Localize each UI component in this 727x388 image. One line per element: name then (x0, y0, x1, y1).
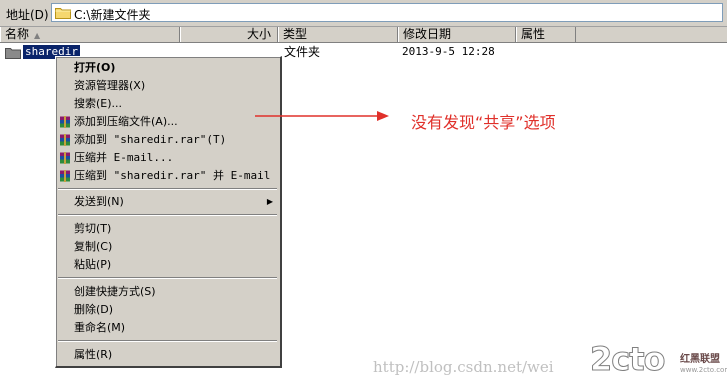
menu-item-label: 搜索(E)... (74, 97, 123, 110)
menu-item-compress-email[interactable]: 压缩并 E-mail... (56, 149, 279, 167)
menu-item-add-to-archive[interactable]: 添加到压缩文件(A)... (56, 113, 279, 131)
menu-item-search[interactable]: 搜索(E)... (56, 95, 279, 113)
column-modified-label: 修改日期 (403, 27, 452, 41)
menu-item-label: 发送到(N) (74, 195, 124, 208)
menu-separator (58, 214, 277, 216)
menu-item-label: 粘贴(P) (74, 258, 112, 271)
menu-item-label: 创建快捷方式(S) (74, 285, 156, 298)
column-attributes-label: 属性 (521, 27, 546, 41)
chevron-right-icon: ▶ (266, 197, 273, 206)
menu-item-label: 删除(D) (74, 303, 114, 316)
logo-sub: 红黑联盟 (680, 354, 720, 365)
column-size[interactable]: 大小 (180, 27, 278, 42)
column-name[interactable]: 名称 ▲ (0, 27, 180, 42)
column-modified[interactable]: 修改日期 (398, 27, 516, 42)
winrar-icon (60, 116, 70, 128)
folder-icon (55, 8, 71, 19)
menu-item-compress-rar-email[interactable]: 压缩到 "sharedir.rar" 并 E-mail (56, 167, 279, 185)
menu-item-cut[interactable]: 剪切(T) (56, 220, 279, 238)
file-modified: 2013-9-5 12:28 (402, 45, 495, 58)
address-path[interactable]: C:\新建文件夹 (74, 6, 150, 23)
context-menu: 打开(O) 资源管理器(X) 搜索(E)... 添加到压缩文件(A)... 添加… (55, 56, 282, 368)
menu-item-paste[interactable]: 粘贴(P) (56, 256, 279, 274)
column-type-label: 类型 (283, 27, 308, 41)
logo-url: www.2cto.com (680, 366, 727, 374)
sort-ascending-icon: ▲ (34, 31, 41, 40)
menu-item-label: 属性(R) (74, 348, 113, 361)
menu-item-send-to[interactable]: 发送到(N) ▶ (56, 193, 279, 211)
column-size-label: 大小 (246, 27, 271, 41)
address-label: 地址(D) (6, 8, 49, 22)
menu-separator (58, 340, 277, 342)
winrar-icon (60, 152, 70, 164)
column-attributes[interactable]: 属性 (516, 27, 576, 42)
annotation-arrow (255, 111, 389, 121)
menu-item-open[interactable]: 打开(O) (56, 59, 279, 77)
menu-item-label: 剪切(T) (74, 222, 112, 235)
column-name-label: 名称 (5, 27, 30, 41)
watermark-url: http://blog.csdn.net/wei (373, 358, 554, 376)
annotation-text: 没有发现“共享”选项 (411, 113, 556, 132)
menu-item-add-to-rar[interactable]: 添加到 "sharedir.rar"(T) (56, 131, 279, 149)
menu-item-rename[interactable]: 重命名(M) (56, 319, 279, 337)
column-header: 名称 ▲ 大小 类型 修改日期 属性 (0, 27, 727, 43)
menu-item-copy[interactable]: 复制(C) (56, 238, 279, 256)
menu-item-properties[interactable]: 属性(R) (56, 346, 279, 364)
menu-item-label: 打开(O) (74, 61, 116, 74)
menu-item-label: 复制(C) (74, 240, 113, 253)
address-field[interactable]: C:\新建文件夹 (51, 3, 723, 22)
column-type[interactable]: 类型 (278, 27, 398, 42)
menu-item-label: 压缩并 E-mail... (74, 151, 174, 164)
winrar-icon (60, 134, 70, 146)
menu-item-delete[interactable]: 删除(D) (56, 301, 279, 319)
folder-icon[interactable] (5, 46, 21, 59)
menu-item-label: 压缩到 "sharedir.rar" 并 E-mail (74, 169, 271, 182)
menu-item-explorer[interactable]: 资源管理器(X) (56, 77, 279, 95)
menu-item-label: 添加到压缩文件(A)... (74, 115, 178, 128)
menu-item-label: 资源管理器(X) (74, 79, 146, 92)
site-logo: 2cto 红黑联盟 www.2cto.com (590, 340, 727, 388)
menu-item-label: 重命名(M) (74, 321, 126, 334)
logo-main: 2cto (590, 340, 667, 379)
menu-item-label: 添加到 "sharedir.rar"(T) (74, 133, 227, 146)
menu-separator (58, 188, 277, 190)
address-bar: 地址(D) C:\新建文件夹 (0, 0, 727, 27)
menu-separator (58, 277, 277, 279)
menu-item-create-shortcut[interactable]: 创建快捷方式(S) (56, 283, 279, 301)
file-type: 文件夹 (284, 45, 321, 59)
winrar-icon (60, 170, 70, 182)
